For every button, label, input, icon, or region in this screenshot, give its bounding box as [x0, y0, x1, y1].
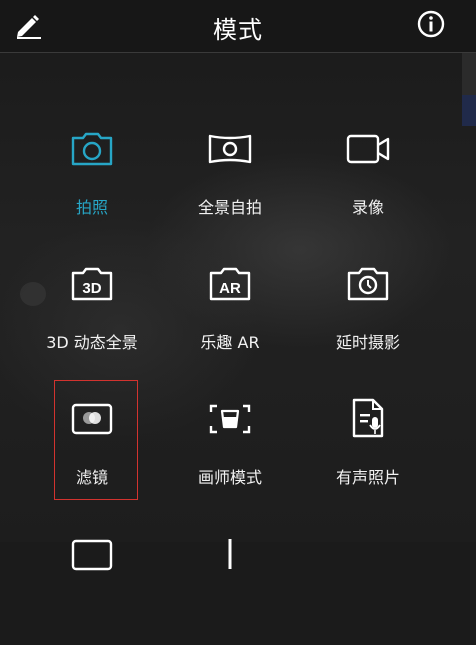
artist-mode-icon — [209, 404, 251, 434]
mode-label: 全景自拍 — [197, 198, 262, 217]
video-icon — [346, 134, 390, 164]
mode-audio-photo[interactable]: 有声照片 — [300, 390, 436, 510]
panorama-selfie-icon — [208, 134, 252, 164]
camera-icon — [71, 132, 113, 166]
mode-label: 乐趣 AR — [200, 333, 260, 352]
mode-timelapse[interactable]: 延时摄影 — [300, 255, 436, 375]
info-button[interactable] — [416, 9, 446, 39]
audio-photo-icon — [352, 398, 384, 438]
mode-artist[interactable]: 画师模式 — [162, 390, 298, 510]
mode-partial-middle[interactable] — [162, 525, 298, 645]
page-title: 模式 — [213, 16, 263, 44]
partial-mode-icon — [228, 539, 232, 569]
mode-photo[interactable]: 拍照 — [24, 120, 160, 240]
3d-panorama-icon: 3D — [71, 267, 113, 301]
mode-partial-left[interactable] — [24, 525, 160, 645]
timelapse-icon — [347, 267, 389, 301]
mode-panorama-selfie[interactable]: 全景自拍 — [162, 120, 298, 240]
mode-label: 录像 — [351, 198, 384, 217]
top-bar: 模式 — [0, 0, 476, 53]
mode-label: 有声照片 — [335, 468, 400, 487]
mode-label: 3D 动态全景 — [46, 333, 138, 352]
mode-3d-panorama[interactable]: 3D 3D 动态全景 — [24, 255, 160, 375]
mode-label: 拍照 — [75, 198, 108, 217]
mode-ar[interactable]: AR 乐趣 AR — [162, 255, 298, 375]
mode-video[interactable]: 录像 — [300, 120, 436, 240]
mode-label: 画师模式 — [197, 468, 262, 487]
partial-mode-icon — [71, 539, 113, 571]
info-icon — [417, 10, 445, 38]
mode-label: 延时摄影 — [335, 333, 400, 352]
ar-icon: AR — [209, 267, 251, 301]
svg-text:AR: AR — [219, 280, 241, 297]
svg-text:3D: 3D — [82, 280, 101, 297]
selection-highlight — [54, 380, 138, 500]
